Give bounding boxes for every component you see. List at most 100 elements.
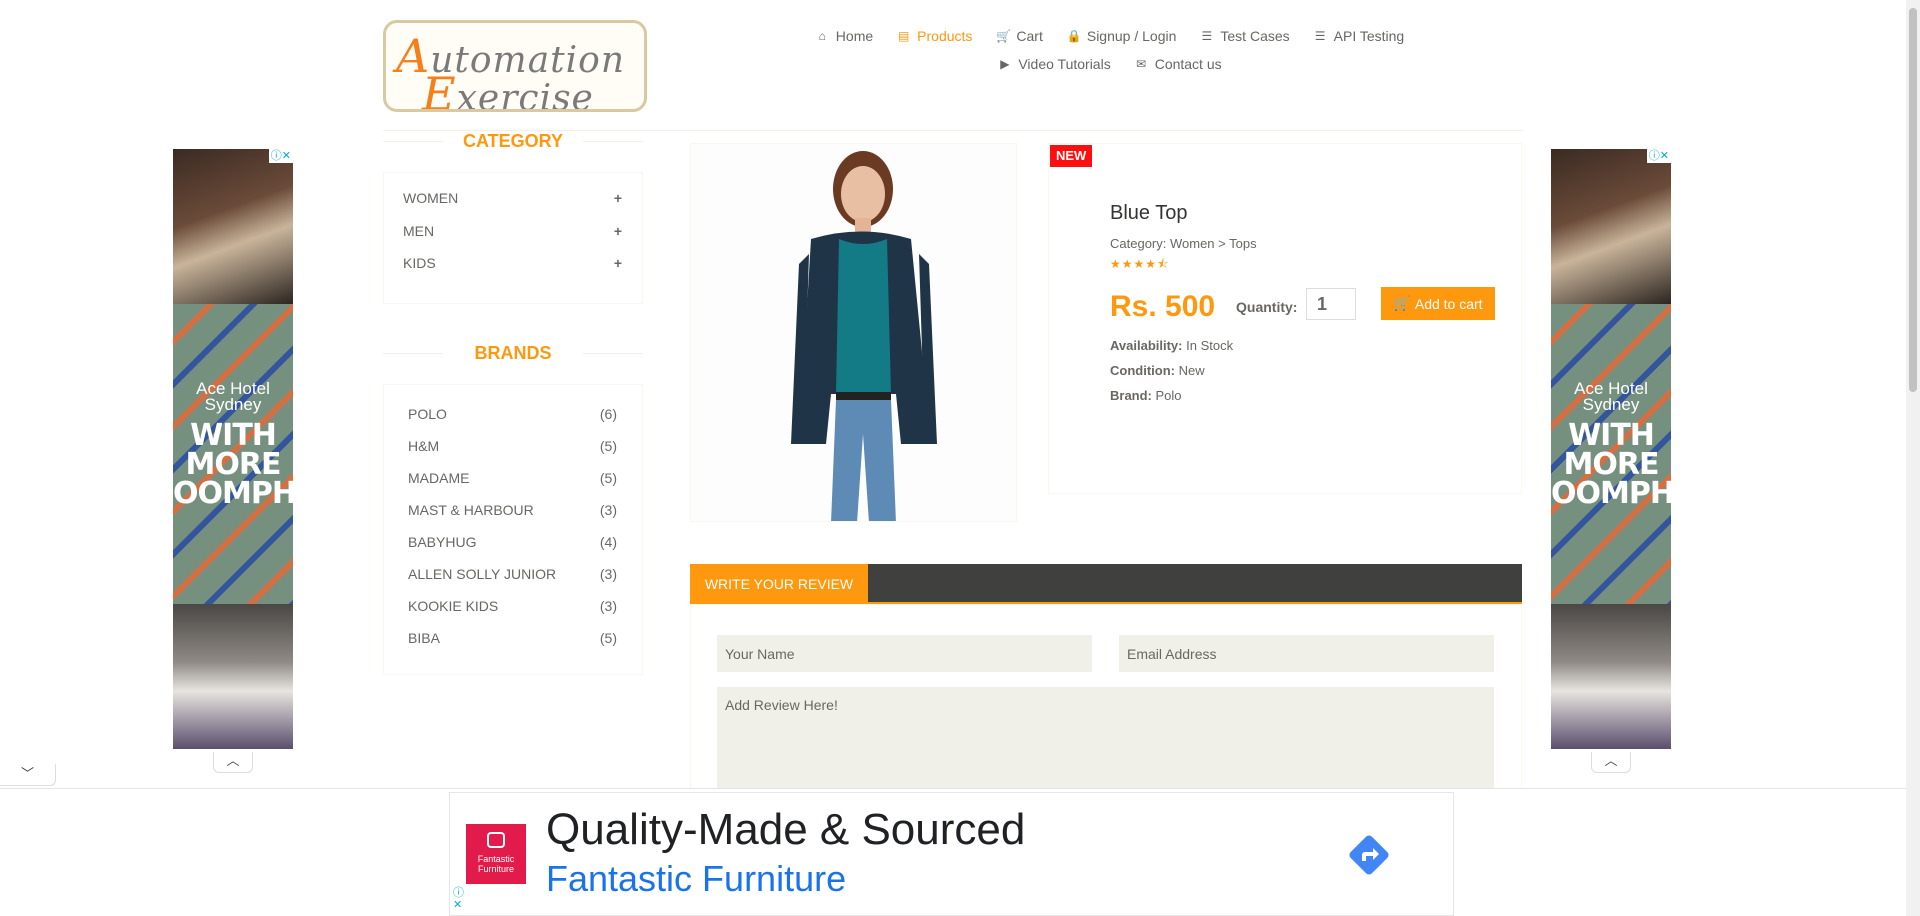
brand-row: Brand: Polo (1110, 389, 1500, 414)
category-men[interactable]: MEN + (403, 224, 622, 257)
availability-value: In Stock (1186, 338, 1234, 353)
nav-label: Video Tutorials (1018, 56, 1111, 72)
ad-slogan-line: OOMPH (173, 476, 293, 511)
brand-item[interactable]: H&M (5) (408, 439, 617, 471)
scroll-thumb[interactable] (1909, 8, 1917, 392)
ad-headline: Quality-Made & Sourced (546, 805, 1026, 854)
nav-label: API Testing (1333, 28, 1405, 44)
brand-name: ALLEN SOLLY JUNIOR (408, 566, 557, 582)
category-list: WOMEN + MEN + KIDS + (383, 172, 643, 304)
ad-close-icon[interactable]: ⓘ✕ (268, 149, 293, 163)
brand-item[interactable]: POLO (6) (408, 407, 617, 439)
products-icon: ▤ (897, 29, 910, 43)
bottom-ad-bar: Fantastic Furniture Quality-Made & Sourc… (0, 788, 1906, 916)
nav-api-testing[interactable]: ☰ API Testing (1314, 28, 1405, 44)
side-ad-right[interactable]: Ace Hotel Sydney WITH MORE OOMPH ⓘ✕ (1551, 149, 1671, 749)
lock-icon: 🔒 (1066, 29, 1082, 43)
nav-home[interactable]: ⌂ Home (816, 28, 873, 44)
nav-label: Products (917, 28, 973, 44)
category-kids[interactable]: KIDS + (403, 256, 622, 289)
brand-item[interactable]: KOOKIE KIDS (3) (408, 599, 617, 631)
brand-count: (5) (599, 630, 617, 646)
star-icon: ★ (1110, 257, 1122, 271)
ad-slogan-line: WITH (1568, 418, 1655, 453)
nav-row-2: ▶ Video Tutorials ✉ Contact us (770, 56, 1450, 72)
chevron-up-icon[interactable]: ︿ (1591, 752, 1631, 773)
bottom-ad[interactable]: Fantastic Furniture Quality-Made & Sourc… (449, 792, 1454, 916)
brands-title-text: BRANDS (460, 343, 566, 363)
category-title-text: CATEGORY (448, 131, 577, 151)
ad-close-icon[interactable]: ⓘ✕ (1646, 149, 1671, 163)
ad-info-icon[interactable]: ⓘ ✕ (453, 887, 464, 911)
condition-value: New (1178, 363, 1205, 378)
brand-item[interactable]: ALLEN SOLLY JUNIOR (3) (408, 567, 617, 599)
condition-label: Condition: (1110, 363, 1175, 378)
product-details: Blue Top Category: Women > Tops ★★★★⯪ Rs… (1110, 203, 1500, 414)
category-label: KIDS (403, 255, 436, 271)
envelope-icon: ✉ (1136, 57, 1147, 71)
logo-cap-e: E (422, 67, 457, 112)
directions-arrow-icon[interactable] (1345, 831, 1393, 879)
ad-line: Sydney (204, 395, 262, 414)
nav-label: Test Cases (1220, 28, 1290, 44)
ad-slogan-line: OOMPH (1551, 476, 1671, 511)
nav-products[interactable]: ▤ Products (897, 28, 972, 44)
brand-count: (5) (599, 470, 617, 486)
brands-title: BRANDS (383, 342, 643, 364)
review-email-input[interactable] (1119, 635, 1494, 672)
product-image (690, 143, 1017, 522)
product-info: NEW Blue Top Category: Women > Tops ★★★★… (1048, 143, 1522, 494)
brand-count: (3) (599, 598, 617, 614)
quantity-input[interactable] (1306, 288, 1356, 320)
chevron-up-icon[interactable]: ︿ (213, 752, 253, 773)
nav-video-tutorials[interactable]: ▶ Video Tutorials (998, 56, 1110, 72)
brand-item[interactable]: MADAME (5) (408, 471, 617, 503)
price-row: Rs. 500 Quantity: 🛒Add to cart (1110, 287, 1500, 323)
nav-contact-us[interactable]: ✉ Contact us (1135, 56, 1221, 72)
brand-item[interactable]: BIBA (5) (408, 631, 617, 663)
ad-photo (1551, 604, 1671, 749)
ad-slogan: WITH MORE OOMPH (1551, 418, 1671, 511)
plus-icon[interactable]: + (614, 256, 622, 289)
review-tab-bar: WRITE YOUR REVIEW (690, 564, 1522, 604)
brand-count: (4) (599, 534, 617, 550)
site-logo[interactable]: Automation Exercise (383, 20, 647, 112)
list-icon: ☰ (1201, 29, 1213, 43)
plus-icon[interactable]: + (614, 191, 622, 224)
brand-label: Brand: (1110, 388, 1152, 403)
page-scrollbar[interactable] (1906, 0, 1920, 916)
star-icon: ★ (1121, 257, 1134, 271)
list-icon: ☰ (1314, 29, 1326, 43)
add-to-cart-label: Add to cart (1414, 295, 1483, 312)
home-icon: ⌂ (818, 29, 826, 43)
review-name-input[interactable] (717, 635, 1092, 672)
category-label: MEN (403, 222, 435, 239)
condition-row: Condition: New (1110, 364, 1500, 389)
chevron-down-icon[interactable]: ﹀ (0, 764, 56, 786)
product-name: Blue Top (1110, 202, 1188, 224)
cart-icon: 🛒 (996, 29, 1012, 43)
nav-row-1: ⌂ Home ▤ Products 🛒 Cart 🔒 Signup / Login ☰ T… (770, 28, 1450, 44)
ad-brand-name: Fantastic Furniture (477, 854, 515, 874)
add-to-cart-button[interactable]: 🛒 Add to cart (1381, 287, 1495, 320)
fantastic-furniture-logo: Fantastic Furniture (466, 824, 526, 884)
logo-text-2: xercise (456, 78, 594, 112)
sofa-icon (487, 832, 505, 848)
new-badge: NEW (1050, 145, 1093, 167)
plus-icon[interactable]: + (614, 224, 622, 257)
ad-subline[interactable]: Fantastic Furniture (546, 857, 846, 901)
product-photo (791, 151, 937, 521)
nav-cart[interactable]: 🛒 Cart (996, 28, 1042, 44)
category-title: CATEGORY (383, 130, 643, 152)
side-ad-left[interactable]: Ace Hotel Sydney WITH MORE OOMPH ⓘ✕ (173, 149, 293, 749)
star-half-icon: ⯪ (1157, 257, 1170, 271)
brand-item[interactable]: MAST & HARBOUR (3) (408, 503, 617, 535)
tab-write-review[interactable]: WRITE YOUR REVIEW (690, 564, 868, 604)
product-price: Rs. 500 (1110, 290, 1216, 323)
nav-test-cases[interactable]: ☰ Test Cases (1200, 28, 1290, 44)
availability-row: Availability: In Stock (1110, 339, 1500, 364)
category-women[interactable]: WOMEN + (403, 191, 622, 224)
brand-item[interactable]: BABYHUG (4) (408, 535, 617, 567)
nav-signup-login[interactable]: 🔒 Signup / Login (1067, 28, 1177, 44)
brand-name: BABYHUG (408, 534, 477, 550)
